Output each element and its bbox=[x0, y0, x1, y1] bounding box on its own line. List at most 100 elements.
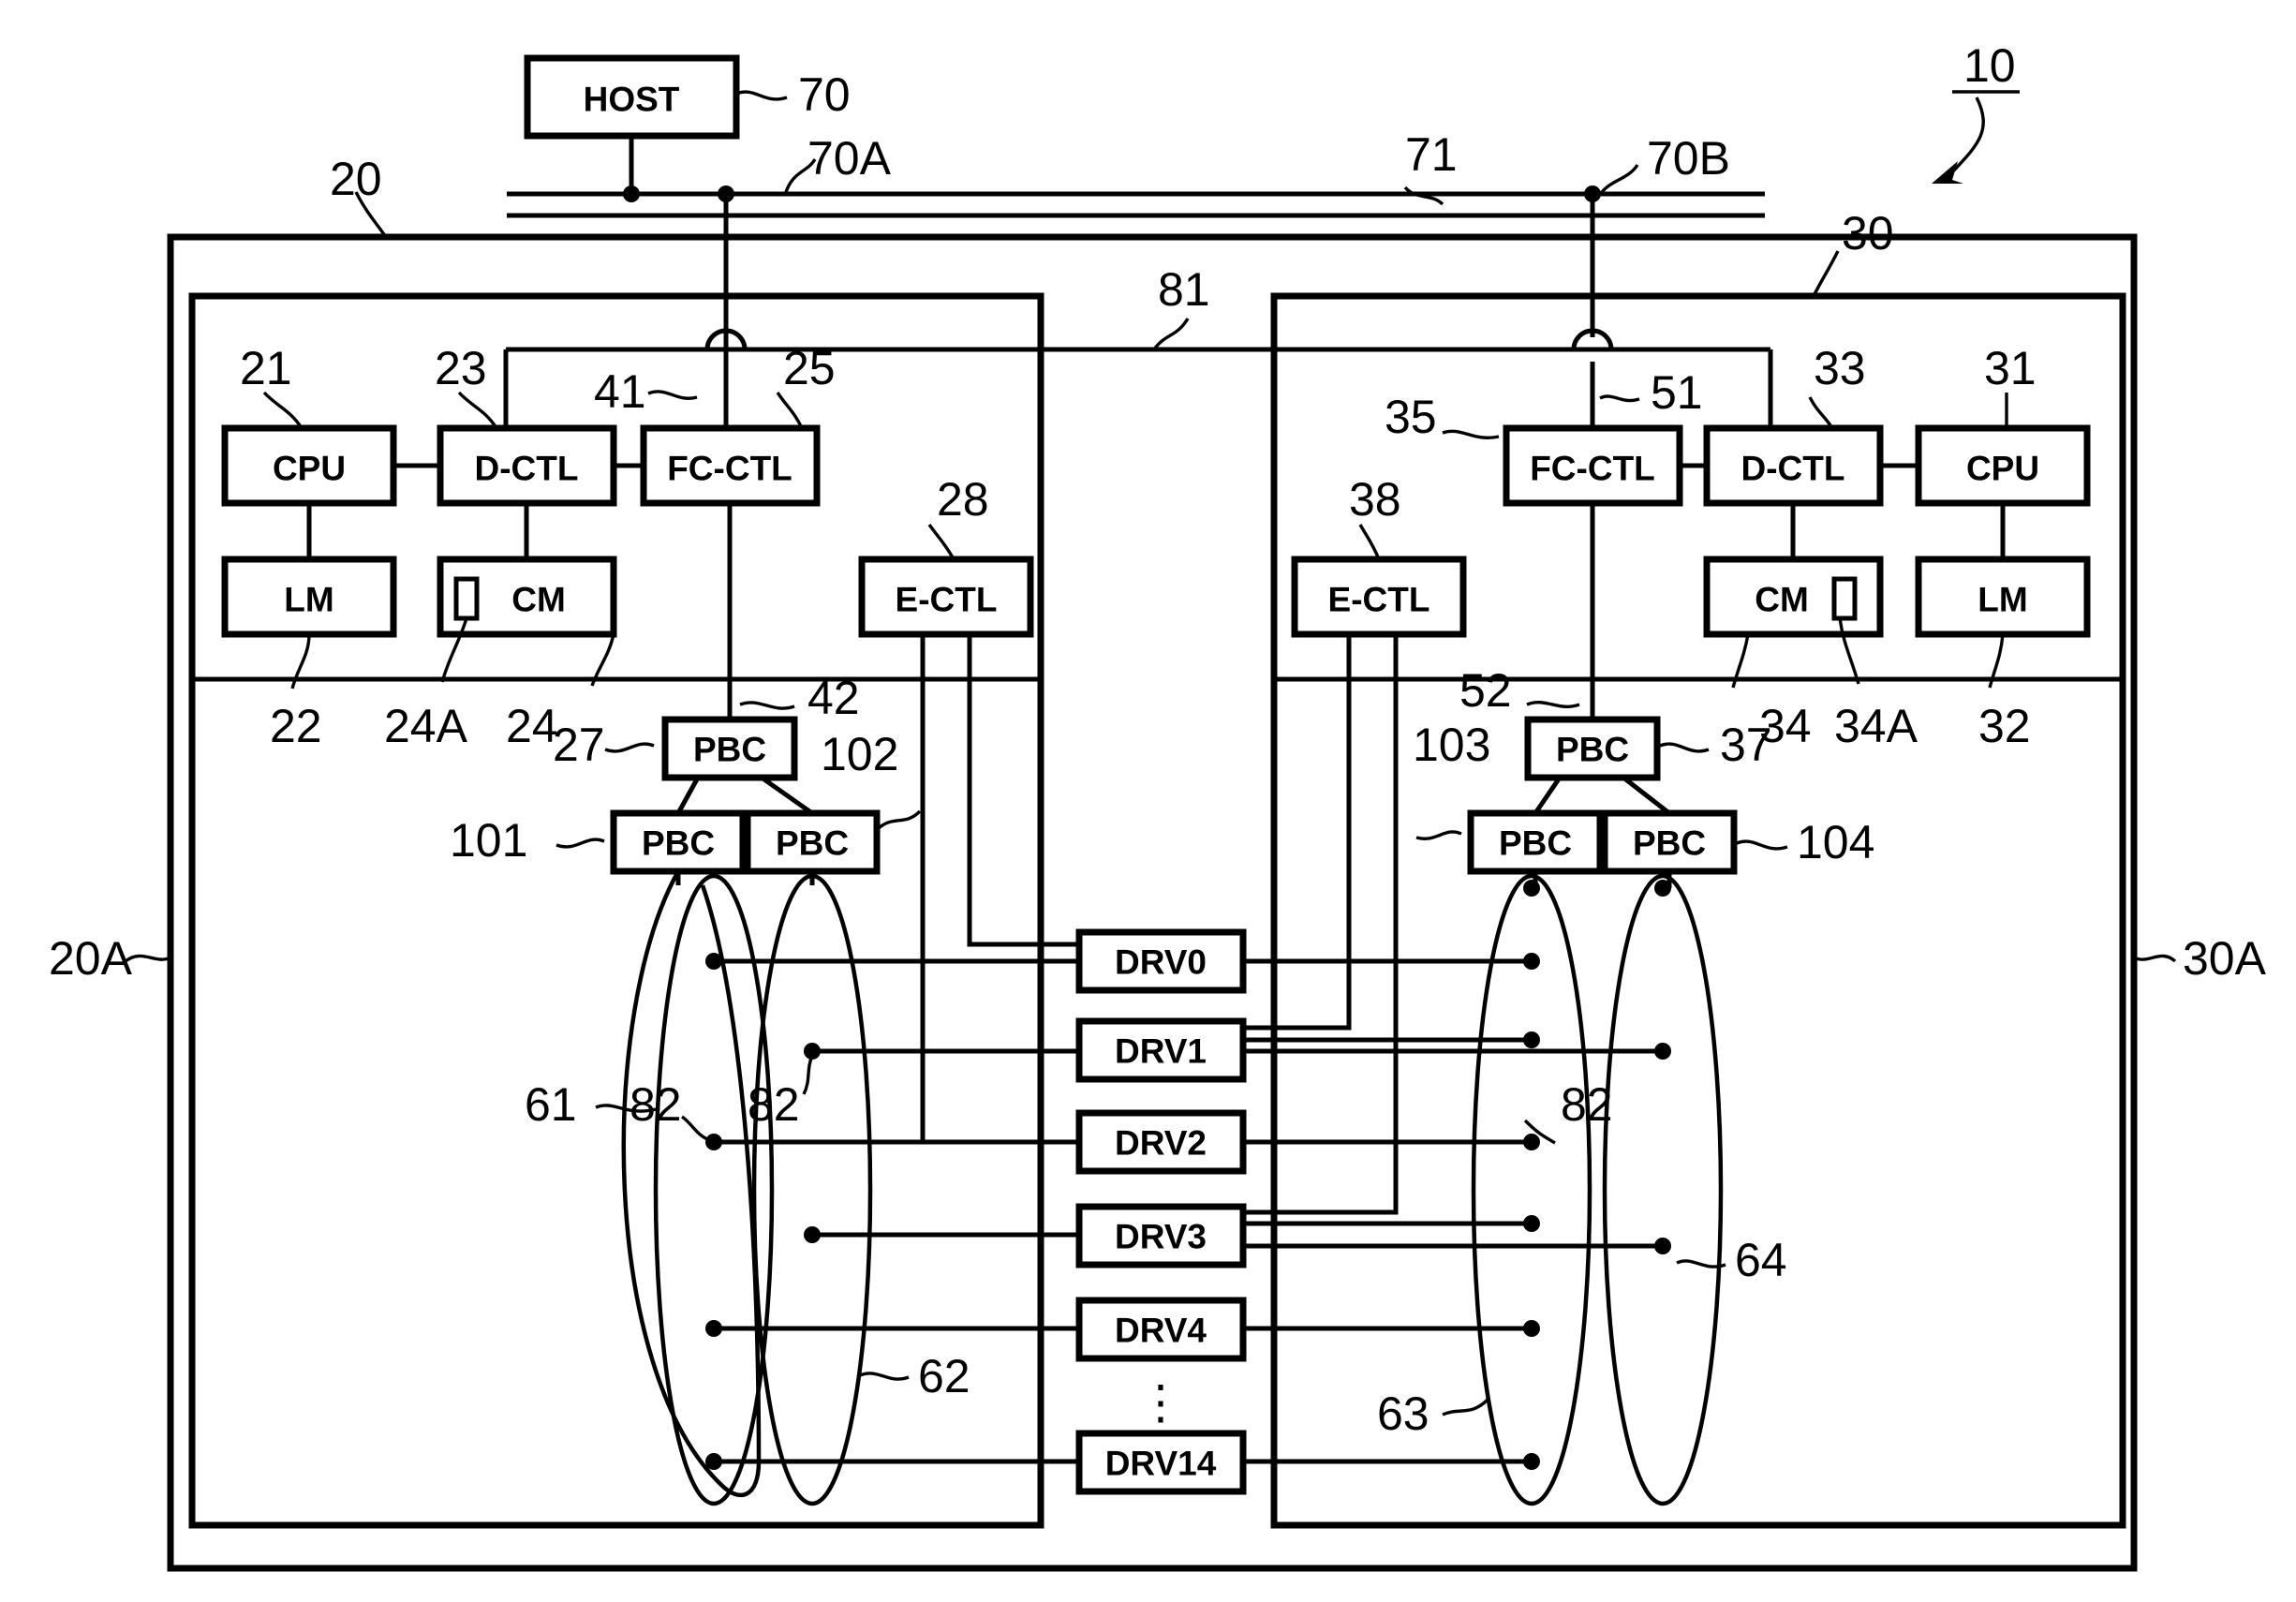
tap-loop64-drv1 bbox=[1654, 1043, 1671, 1060]
ref-103: 103 bbox=[1413, 719, 1490, 771]
ref-23: 23 bbox=[435, 342, 487, 394]
ectl-right-enclosure-line-a bbox=[1243, 634, 1352, 1031]
loop63-top-dot bbox=[1523, 880, 1540, 897]
drv0-label: DRV0 bbox=[1115, 943, 1207, 982]
fcctl-right-label: FC-CTL bbox=[1530, 450, 1655, 488]
ref-27: 27 bbox=[553, 719, 605, 771]
ref-70A: 70A bbox=[807, 132, 892, 185]
ectl-right-enclosure-line-b bbox=[1243, 634, 1399, 1215]
leader-104 bbox=[1736, 839, 1788, 851]
leader-35 bbox=[1442, 429, 1500, 439]
dctl-right-label: D-CTL bbox=[1741, 450, 1845, 488]
ref-82-b: 82 bbox=[748, 1078, 800, 1131]
leader-102 bbox=[877, 809, 922, 830]
ref-30: 30 bbox=[1842, 207, 1894, 260]
tap-loop61-drv4 bbox=[705, 1320, 722, 1337]
ref-101: 101 bbox=[450, 814, 527, 867]
leader-42 bbox=[739, 701, 795, 710]
ref-70B: 70B bbox=[1647, 132, 1730, 185]
pbc-left-a-label: PBC bbox=[642, 824, 715, 863]
tap-loop63-drv2 bbox=[1523, 1134, 1540, 1150]
ectl-left-label: E-CTL bbox=[896, 581, 998, 619]
ref-21: 21 bbox=[240, 342, 292, 394]
cpu-right-label: CPU bbox=[1966, 450, 2039, 488]
cm-right-inner-region bbox=[1831, 576, 1858, 621]
pbc-right-top-label: PBC bbox=[1556, 731, 1629, 769]
ref-81: 81 bbox=[1158, 263, 1210, 316]
ref-42: 42 bbox=[807, 672, 860, 724]
fc-loop-63-ellipse bbox=[1471, 873, 1592, 1506]
ref-20A: 20A bbox=[49, 932, 133, 985]
tap-loop62-drv3 bbox=[804, 1226, 821, 1243]
ref-24: 24 bbox=[506, 700, 558, 752]
ref-33: 33 bbox=[1814, 342, 1866, 394]
drive-ellipsis: ⋮ bbox=[1137, 1376, 1184, 1429]
leader-27 bbox=[604, 742, 655, 753]
leader-82-b bbox=[802, 1052, 815, 1095]
tap-loop61-drv14 bbox=[705, 1453, 722, 1470]
pbc-left-top-label: PBC bbox=[693, 731, 766, 769]
drv14-label: DRV14 bbox=[1105, 1445, 1217, 1483]
cpu-left-label: CPU bbox=[273, 450, 346, 488]
leader-25 bbox=[776, 392, 804, 429]
tap-loop64-drv3 bbox=[1654, 1238, 1671, 1254]
leader-103 bbox=[1415, 830, 1462, 840]
leader-23 bbox=[457, 391, 498, 429]
drv4-label: DRV4 bbox=[1115, 1312, 1207, 1350]
pbc-right-branch-b bbox=[1622, 776, 1671, 815]
lm-right-label: LM bbox=[1978, 581, 2027, 619]
leader-101 bbox=[555, 838, 605, 849]
loop64-top-dot bbox=[1654, 880, 1671, 897]
ref-28: 28 bbox=[937, 473, 989, 526]
leader-33 bbox=[1808, 396, 1834, 429]
ref-35: 35 bbox=[1385, 391, 1437, 443]
lm-left-label: LM bbox=[284, 581, 333, 619]
ref-38: 38 bbox=[1349, 473, 1401, 526]
leader-30 bbox=[1812, 250, 1840, 297]
drv1-label: DRV1 bbox=[1115, 1032, 1207, 1071]
ectl-left-enclosure-line-a bbox=[920, 634, 1079, 1145]
tap-loop63-drv3 bbox=[1523, 1215, 1540, 1232]
leader-30A bbox=[2133, 954, 2177, 963]
ref-51: 51 bbox=[1651, 366, 1703, 419]
ref-25: 25 bbox=[783, 342, 836, 394]
leader-41 bbox=[647, 390, 698, 400]
fc-loop-64-ellipse bbox=[1602, 873, 1724, 1506]
ref-10: 10 bbox=[1963, 39, 2016, 92]
host-label: HOST bbox=[584, 81, 680, 119]
ref-102: 102 bbox=[821, 728, 898, 780]
tap-loop61-drv0 bbox=[705, 953, 722, 970]
leader-70 bbox=[735, 90, 788, 101]
diagram-canvas: HOST CPU D-CTL FC-CTL LM CM E-CTL FC-CTL bbox=[49, 39, 2267, 1572]
leader-52 bbox=[1526, 701, 1580, 709]
ectl-right-label: E-CTL bbox=[1328, 581, 1430, 619]
ref-61: 61 bbox=[525, 1078, 577, 1131]
tap-loop63-drv0 bbox=[1523, 953, 1540, 970]
ref-30A: 30A bbox=[2183, 932, 2267, 985]
drv3-label: DRV3 bbox=[1115, 1218, 1207, 1256]
ref-63: 63 bbox=[1377, 1387, 1429, 1440]
ref-71: 71 bbox=[1405, 128, 1458, 181]
leader-37 bbox=[1659, 742, 1710, 753]
ref-24A: 24A bbox=[384, 700, 468, 752]
ref-20: 20 bbox=[330, 153, 382, 205]
tap-loop63-drv1 bbox=[1523, 1031, 1540, 1048]
leader-28 bbox=[927, 524, 955, 560]
ref-31: 31 bbox=[1984, 342, 2037, 394]
pbc-left-b-label: PBC bbox=[776, 824, 849, 863]
pbc-right-a-label: PBC bbox=[1499, 824, 1572, 863]
tap-loop63-drv4 bbox=[1523, 1320, 1540, 1337]
ref-82-c: 82 bbox=[1561, 1078, 1613, 1131]
patent-figure: HOST CPU D-CTL FC-CTL LM CM E-CTL FC-CTL bbox=[0, 0, 2296, 1602]
leader-81 bbox=[1152, 318, 1190, 351]
ref-82-a: 82 bbox=[630, 1078, 682, 1131]
drv2-label: DRV2 bbox=[1115, 1124, 1207, 1163]
ref-104: 104 bbox=[1797, 816, 1874, 868]
leader-21 bbox=[262, 391, 304, 429]
pbc-left-branch-b bbox=[760, 775, 814, 816]
leader-63 bbox=[1442, 1398, 1489, 1417]
ref-22: 22 bbox=[270, 700, 322, 752]
leader-38 bbox=[1358, 524, 1381, 560]
leader-51 bbox=[1599, 394, 1640, 403]
dctl-left-label: D-CTL bbox=[475, 450, 579, 488]
